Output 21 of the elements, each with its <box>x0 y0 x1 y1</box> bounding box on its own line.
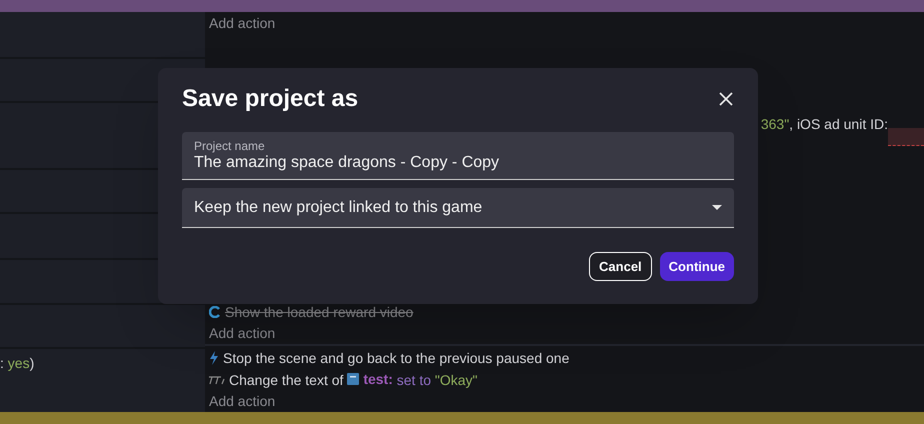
cancel-button[interactable]: Cancel <box>589 252 652 281</box>
spinner-icon <box>209 306 221 318</box>
add-action-link[interactable]: Add action <box>209 323 276 344</box>
action-text[interactable]: Stop the scene and go back to the previous paused one <box>223 348 570 368</box>
field-label: Project name <box>194 138 266 152</box>
dropdown-caret-icon <box>712 205 722 210</box>
action-text[interactable]: Change the text of test: set to "Okay" <box>229 368 478 392</box>
field-input[interactable]: The amazing space dragons - Copy - Copy <box>194 152 722 172</box>
condition-text: : yes) <box>0 354 34 373</box>
add-action-link[interactable]: Add action <box>209 13 276 34</box>
project-name-field[interactable]: Project name The amazing space dragons - Copy - Copy <box>182 132 734 180</box>
link-select[interactable]: Keep the new project linked to this game <box>182 188 734 228</box>
lightning-icon <box>209 351 219 365</box>
error-field <box>888 128 924 146</box>
parameter-text: 363", iOS ad unit ID: <box>760 114 888 134</box>
text-icon <box>209 375 225 385</box>
close-icon <box>718 91 734 107</box>
object-icon <box>347 373 360 386</box>
dialog-title: Save project as <box>182 84 358 114</box>
add-action-link[interactable]: Add action <box>209 391 276 412</box>
continue-button[interactable]: Continue <box>660 252 734 281</box>
